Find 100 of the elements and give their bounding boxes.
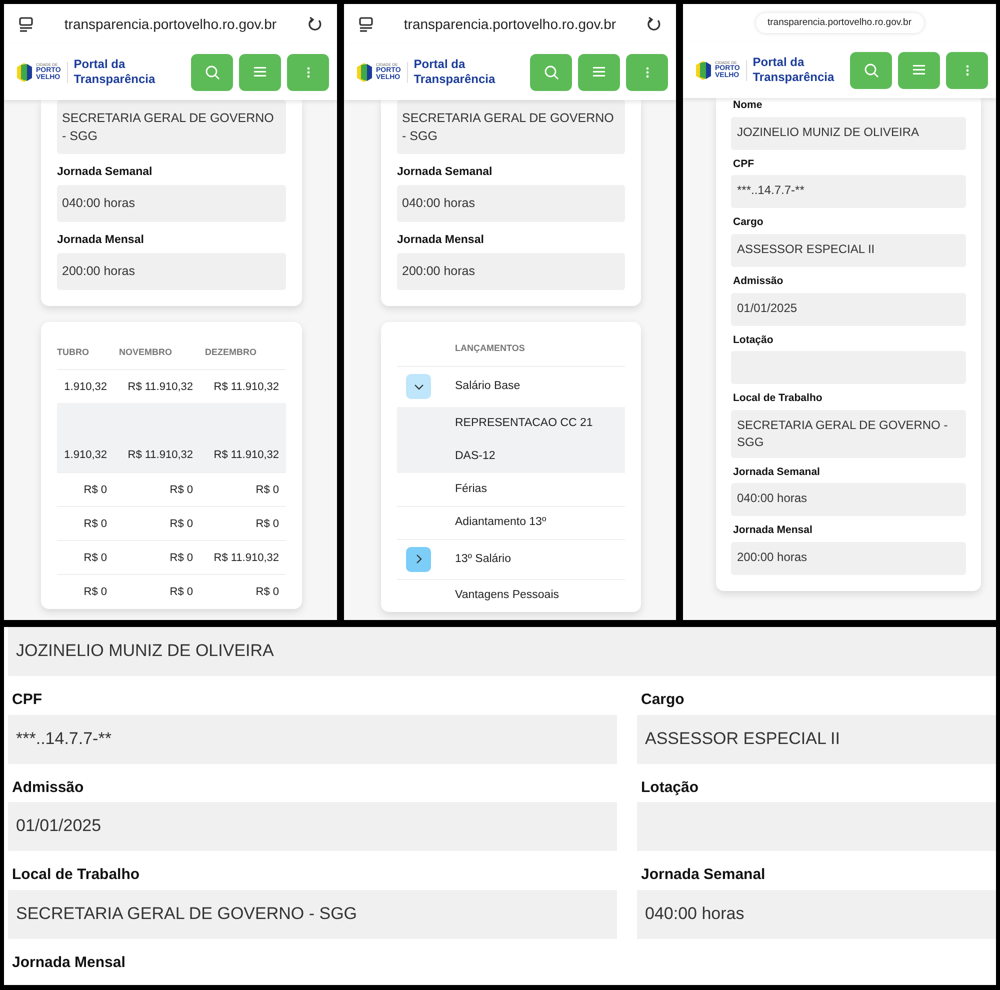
chevron-down-icon xyxy=(414,384,424,390)
field-label: Admissão xyxy=(12,778,85,797)
portal-title: Portal da xyxy=(752,55,806,70)
city-logo-icon xyxy=(16,62,33,82)
table-cell-text: R$ 0 xyxy=(168,551,193,566)
more-button[interactable] xyxy=(626,54,668,90)
field-label: Jornada Mensal xyxy=(397,233,485,248)
field-label: Jornada Semanal xyxy=(57,165,154,180)
table-cell-text: 1.910,32 xyxy=(63,380,107,395)
field-label: Jornada Semanal xyxy=(641,865,766,884)
field-value: 01/01/2025 xyxy=(731,292,966,326)
table-cell-text: R$ 0 xyxy=(82,551,107,566)
portal-title: Transparência xyxy=(74,72,156,87)
portal-title: Transparência xyxy=(414,72,496,87)
expand-toggle[interactable] xyxy=(406,374,431,400)
field-label: Admissão xyxy=(733,274,784,289)
field-value: ASSESSOR ESPECIAL II xyxy=(731,234,966,268)
table-cell-text: R$ 11.910,32 xyxy=(212,380,279,395)
field-label: Jornada Mensal xyxy=(57,233,145,248)
field-label: Cargo xyxy=(641,690,686,710)
city-logo-icon xyxy=(356,62,373,82)
list-item-label: Vantagens Pessoais xyxy=(455,588,559,604)
field-label: Local de Trabalho xyxy=(733,391,824,406)
more-icon xyxy=(306,66,310,78)
menu-icon xyxy=(254,67,266,77)
list-item-label: DAS-12 xyxy=(455,448,496,464)
field-value: 200:00 horas xyxy=(397,253,625,290)
field-value: 040:00 horas xyxy=(731,483,966,516)
field-value: SECRETARIA GERAL DE GOVERNO - SGG xyxy=(731,410,966,458)
reload-icon xyxy=(646,16,662,32)
table-cell-text: R$ 11.910,32 xyxy=(126,380,193,395)
field-value: JOZINELIO MUNIZ DE OLIVEIRA xyxy=(731,116,966,150)
field-label: CPF xyxy=(733,156,755,172)
address-bar-url[interactable]: transparencia.portovelho.ro.gov.br xyxy=(756,12,924,34)
table-cell-text: R$ 0 xyxy=(168,516,193,532)
table-cell-text: R$ 0 xyxy=(82,516,107,532)
list-item-label: 13º Salário xyxy=(455,552,511,567)
field-value: SECRETARIA GERAL DE GOVERNO - SGG xyxy=(57,100,286,154)
reload-icon xyxy=(306,16,323,32)
field-value: 200:00 horas xyxy=(731,542,966,576)
tabs-icon xyxy=(18,16,34,32)
field-label: Lotação xyxy=(733,332,774,348)
menu-button[interactable] xyxy=(898,52,940,88)
table-cell-text: R$ 0 xyxy=(168,482,193,498)
column-header: TUBRO xyxy=(57,346,90,360)
more-button[interactable] xyxy=(287,54,329,90)
menu-button[interactable] xyxy=(578,54,620,90)
field-value: SECRETARIA GERAL DE GOVERNO - SGG xyxy=(397,100,625,154)
list-item-label: Férias xyxy=(455,482,487,497)
field-value: 040:00 horas xyxy=(57,185,286,222)
column-header: DEZEMBRO xyxy=(205,346,258,360)
table-cell-text: R$ 0 xyxy=(254,516,279,532)
field-label: Jornada Mensal xyxy=(12,952,126,972)
field-label: Jornada Semanal xyxy=(733,464,821,480)
more-icon xyxy=(966,64,968,76)
more-button[interactable] xyxy=(946,52,988,88)
tabs-icon xyxy=(358,16,374,32)
search-icon xyxy=(544,64,558,80)
field-value: 01/01/2025 xyxy=(8,802,617,851)
portal-title: Portal da xyxy=(414,57,466,72)
field-value: ***..14.7.7-** xyxy=(731,175,966,208)
field-label: Cargo xyxy=(733,215,764,230)
expand-toggle[interactable] xyxy=(406,546,431,572)
search-button[interactable] xyxy=(191,54,233,90)
table-cell-text: R$ 0 xyxy=(254,585,279,600)
field-label: Nome xyxy=(733,98,764,113)
field-value: ASSESSOR ESPECIAL II xyxy=(637,714,996,764)
table-cell-text: R$ 0 xyxy=(168,585,193,600)
menu-button[interactable] xyxy=(239,54,281,90)
table-cell-text: R$ 0 xyxy=(254,482,279,498)
table-cell-text: R$ 11.910,32 xyxy=(212,448,279,464)
search-button[interactable] xyxy=(850,52,892,88)
column-header: LANÇAMENTOS xyxy=(397,334,625,367)
field-value: 200:00 horas xyxy=(57,253,286,290)
list-item-label: Salário Base xyxy=(455,379,520,394)
menu-icon xyxy=(593,67,605,77)
column-header: NOVEMBRO xyxy=(119,346,174,360)
menu-icon xyxy=(913,65,925,75)
field-label: Jornada Mensal xyxy=(733,523,814,538)
table-cell-text: R$ 11.910,32 xyxy=(126,448,193,464)
search-button[interactable] xyxy=(530,54,572,90)
field-value: 040:00 horas xyxy=(397,185,625,222)
more-icon xyxy=(646,66,648,78)
portal-title: Portal da xyxy=(74,57,126,72)
field-label: Local de Trabalho xyxy=(12,865,141,884)
field-label: CPF xyxy=(12,690,43,710)
field-value: SECRETARIA GERAL DE GOVERNO - SGG xyxy=(8,890,617,938)
field-value: JOZINELIO MUNIZ DE OLIVEIRA xyxy=(8,627,996,676)
field-label: Jornada Semanal xyxy=(397,165,494,180)
field-value: 040:00 horas xyxy=(637,890,996,938)
table-cell-text: R$ 11.910,32 xyxy=(212,551,279,566)
table-cell-text: 1.910,32 xyxy=(63,448,107,464)
search-icon xyxy=(864,62,878,78)
search-icon xyxy=(204,64,220,80)
list-item-label: REPRESENTACAO CC 21 xyxy=(455,416,593,431)
list-item-label: Adiantamento 13º xyxy=(455,515,546,530)
chevron-right-icon xyxy=(416,554,422,564)
field-label: Lotação xyxy=(641,778,700,797)
city-logo-icon xyxy=(695,60,712,80)
field-value: ***..14.7.7-** xyxy=(8,714,617,764)
